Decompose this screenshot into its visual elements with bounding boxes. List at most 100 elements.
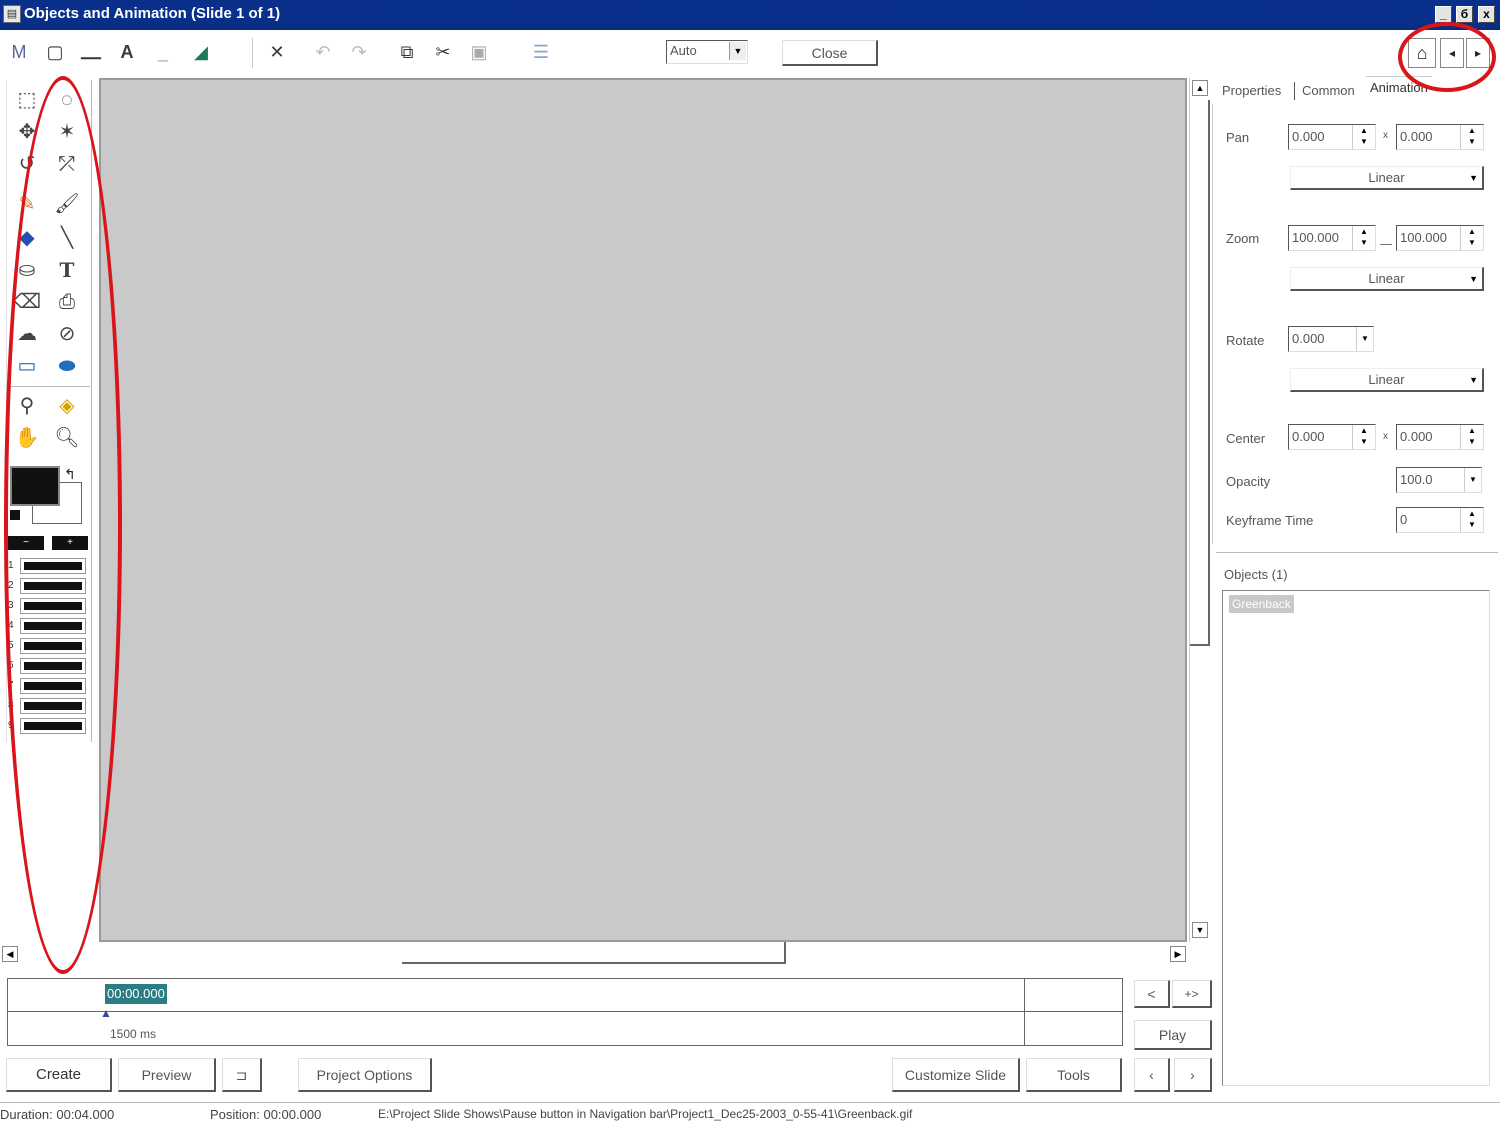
caption-icon[interactable]: ▁▁ [78, 38, 104, 66]
undo-icon[interactable]: ↶ [310, 38, 336, 66]
vertical-scrollbar[interactable]: ▲ ▼ [1189, 78, 1211, 942]
create-button[interactable]: Create [6, 1058, 112, 1092]
timeline-next-button[interactable]: +> [1172, 980, 1212, 1008]
spinner-icon[interactable]: ▲ ▼ [1460, 125, 1483, 149]
scroll-left-icon[interactable]: ◀ [2, 946, 18, 962]
chevron-down-icon: ▼ [1469, 375, 1478, 385]
center-label: Center [1226, 431, 1266, 446]
window-title: Objects and Animation (Slide 1 of 1) [24, 5, 281, 22]
status-bar: Duration: 00:04.000 Position: 00:00.000 … [0, 1102, 1500, 1126]
timeline-end-marker [1024, 979, 1025, 1045]
nav-prev-button[interactable]: ‹ [1134, 1058, 1170, 1092]
status-position: Position: 00:00.000 [210, 1107, 322, 1122]
preview-button[interactable]: Preview [118, 1058, 216, 1092]
keyframe-time-value: 0 [1400, 512, 1408, 527]
pan-x-value: 0.000 [1292, 129, 1325, 144]
keyframe-time-input[interactable]: 0 ▲ ▼ [1396, 507, 1484, 533]
timeline[interactable] [7, 978, 1123, 1046]
center-x-value: 0.000 [1292, 429, 1325, 444]
vertical-scroll-thumb[interactable] [1190, 100, 1210, 646]
pan-label: Pan [1226, 130, 1250, 145]
spinner-icon[interactable]: ▲ ▼ [1460, 425, 1483, 449]
customize-slide-button[interactable]: Customize Slide [892, 1058, 1020, 1092]
image-icon[interactable]: ◢ [188, 38, 214, 66]
link-dash [1380, 244, 1392, 245]
restore-button[interactable]: б [1456, 6, 1473, 23]
paste-icon[interactable]: ▣ [466, 38, 492, 66]
objects-header: Objects (1) [1224, 567, 1288, 582]
spinner-icon[interactable]: ▲ ▼ [1352, 425, 1375, 449]
highlight-oval-annotation [1398, 22, 1496, 92]
chevron-down-icon[interactable]: ▼ [1464, 468, 1481, 492]
close-button[interactable]: Close [782, 40, 878, 66]
rotate-mode-select[interactable]: Linear ▼ [1290, 368, 1484, 392]
title-bar: ▤ Objects and Animation (Slide 1 of 1) _… [0, 0, 1500, 30]
chevron-down-icon: ▼ [1469, 173, 1478, 183]
zoom-mode-select[interactable]: Linear ▼ [1290, 267, 1484, 291]
x-separator: x [1383, 130, 1388, 141]
objects-list[interactable]: Greenback [1222, 590, 1490, 1086]
spinner-icon[interactable]: ▲ ▼ [1460, 508, 1483, 532]
scroll-down-icon[interactable]: ▼ [1192, 922, 1208, 938]
scroll-up-icon[interactable]: ▲ [1192, 80, 1208, 96]
zoom-mode-value: Linear [1368, 271, 1405, 286]
zoom-y-value: 100.000 [1400, 230, 1447, 245]
app-icon[interactable]: ▤ [3, 5, 21, 23]
pan-x-input[interactable]: 0.000 ▲ ▼ [1288, 124, 1376, 150]
toolbar-separator [252, 38, 253, 68]
timeline-prev-button[interactable]: < [1134, 980, 1170, 1008]
cut-icon[interactable]: ✂ [430, 38, 456, 66]
pan-y-input[interactable]: 0.000 ▲ ▼ [1396, 124, 1484, 150]
current-time-marker[interactable]: 00:00.000 [105, 984, 167, 1004]
redo-icon[interactable]: ↷ [346, 38, 372, 66]
frame-icon[interactable]: ▢ [42, 38, 68, 66]
status-duration: Duration: 00:04.000 [0, 1107, 115, 1122]
rotate-label: Rotate [1226, 333, 1265, 348]
tab-common[interactable]: Common [1298, 80, 1359, 102]
duration-marker: 1500 ms [110, 1027, 157, 1041]
copy-icon[interactable]: ⧉ [394, 38, 420, 66]
pan-mode-value: Linear [1368, 170, 1405, 185]
tools-button[interactable]: Tools [1026, 1058, 1122, 1092]
opacity-input[interactable]: 100.0 ▼ [1396, 467, 1482, 493]
panel-border [1212, 104, 1213, 544]
text-tool-icon[interactable]: A [114, 38, 140, 66]
project-options-button[interactable]: Project Options [298, 1058, 432, 1092]
delete-icon[interactable]: ✕ [264, 38, 290, 66]
zoom-select[interactable]: Auto ▼ [666, 40, 748, 64]
horizontal-scroll-thumb[interactable] [402, 942, 786, 964]
tab-properties[interactable]: Properties [1218, 80, 1285, 102]
center-x-input[interactable]: 0.000 ▲ ▼ [1288, 424, 1376, 450]
rect-select-icon[interactable]: ⬚ [12, 86, 42, 114]
zoom-y-input[interactable]: 100.000 ▲ ▼ [1396, 225, 1484, 251]
object-item[interactable]: Greenback [1229, 595, 1294, 613]
close-window-button[interactable]: x [1478, 6, 1495, 23]
blank-icon[interactable]: _ [150, 38, 176, 66]
scroll-right-icon[interactable]: ▶ [1170, 946, 1186, 962]
minimize-button[interactable]: _ [1435, 6, 1452, 23]
align-icon[interactable]: ☰ [528, 38, 554, 66]
spinner-icon[interactable]: ▲ ▼ [1352, 125, 1375, 149]
rotate-input[interactable]: 0.000 ▼ [1288, 326, 1374, 352]
spinner-icon[interactable]: ▲ ▼ [1460, 226, 1483, 250]
chevron-down-icon[interactable]: ▼ [1356, 327, 1373, 351]
pan-mode-select[interactable]: Linear ▼ [1290, 166, 1484, 190]
keyframe-time-label: Keyframe Time [1226, 513, 1314, 528]
tab-divider [1294, 82, 1295, 100]
zoom-label: Zoom [1226, 231, 1260, 246]
spinner-icon[interactable]: ▲ ▼ [1352, 226, 1375, 250]
nav-next-button[interactable]: › [1174, 1058, 1212, 1092]
horizontal-scrollbar[interactable]: ◀ ▶ [0, 942, 1189, 968]
center-y-input[interactable]: 0.000 ▲ ▼ [1396, 424, 1484, 450]
slide-canvas[interactable] [99, 78, 1187, 942]
move-icon[interactable]: M [6, 38, 32, 66]
fullscreen-icon[interactable]: ⊐ [222, 1058, 262, 1092]
zoom-value: Auto [670, 43, 697, 58]
x-separator: x [1383, 431, 1388, 442]
keyframe-pointer-icon[interactable]: ▲ [100, 1006, 112, 1020]
zoom-x-input[interactable]: 100.000 ▲ ▼ [1288, 225, 1376, 251]
status-file-path: E:\Project Slide Shows\Pause button in N… [378, 1107, 913, 1121]
chevron-down-icon: ▼ [729, 42, 746, 60]
play-button[interactable]: Play [1134, 1020, 1212, 1050]
opacity-value: 100.0 [1400, 472, 1433, 487]
